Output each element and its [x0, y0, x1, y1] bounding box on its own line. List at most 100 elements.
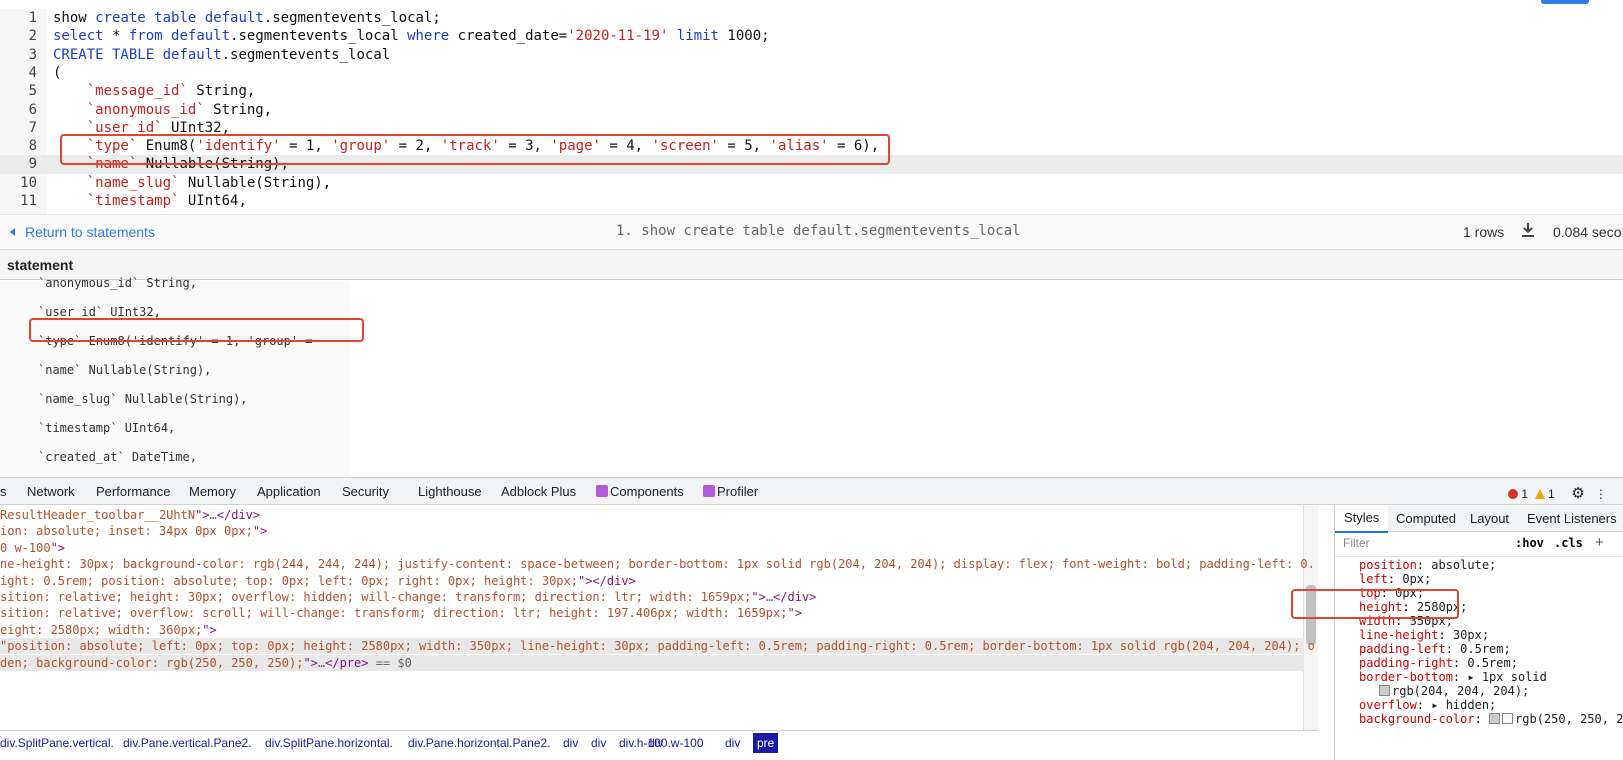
dom-node-line[interactable]: ne-height: 30px; background-color: rgb(2…	[0, 556, 1315, 572]
styles-tab-bar: Styles Computed Layout Event Listeners	[1335, 505, 1623, 533]
devtools-tab-lighthouse[interactable]: Lighthouse	[418, 484, 482, 499]
css-property[interactable]: padding-left: 0.5rem;	[1359, 642, 1511, 656]
elements-tree[interactable]: ResultHeader_toolbar__2UhtN">…</div> ion:…	[0, 505, 1318, 730]
warning-count: 1	[1548, 487, 1555, 501]
code-text: `name_slug` Nullable(String),	[86, 174, 332, 191]
devtools-tab-network[interactable]: Network	[27, 484, 75, 499]
devtools-tab-application[interactable]: Application	[257, 484, 321, 499]
line-number: 3	[28, 46, 37, 63]
run-button[interactable]	[1541, 0, 1589, 4]
css-property[interactable]: background-color: rgb(250, 250, 250	[1359, 712, 1623, 726]
devtools-tab-adblock-plus[interactable]: Adblock Plus	[501, 484, 576, 499]
code-text: `timestamp` UInt64,	[86, 193, 247, 209]
editor-line[interactable]: 5 `message_id` String,	[0, 82, 1623, 101]
settings-gear-icon[interactable]: ⚙	[1571, 485, 1584, 502]
line-number: 6	[28, 101, 37, 118]
react-icon	[703, 485, 715, 497]
warning-icon	[1534, 489, 1545, 499]
dom-node-line[interactable]: 0 w-100">	[0, 540, 1304, 556]
chevron-left-icon	[10, 228, 15, 236]
return-link-label: Return to statements	[25, 224, 155, 240]
dom-node-line[interactable]: ResultHeader_toolbar__2UhtN">…</div>	[0, 507, 1304, 523]
css-property[interactable]: position: absolute;	[1359, 558, 1496, 572]
statement-cell-line: `created_at` DateTime,	[38, 450, 197, 464]
editor-line[interactable]: 1 show create table default.segmentevents…	[0, 9, 1623, 28]
editor-line[interactable]: 3 CREATE TABLE default.segmentevents_loca…	[0, 46, 1623, 65]
color-swatch[interactable]	[1379, 685, 1390, 696]
editor-line[interactable]: 6 `anonymous_id` String,	[0, 101, 1623, 120]
color-swatch[interactable]	[1502, 713, 1514, 724]
css-property[interactable]: rgb(204, 204, 204);	[1379, 684, 1529, 698]
highlight-box-width-prop	[1291, 589, 1459, 619]
breadcrumb-item[interactable]: div.Pane.vertical.Pane2.	[123, 731, 252, 755]
devtools-tab-profiler[interactable]: Profiler	[703, 484, 758, 499]
devtools-status[interactable]: 1 1 ⚙ ⋮	[1508, 484, 1607, 502]
editor-line[interactable]: 11 `timestamp` UInt64,	[0, 192, 1623, 211]
styles-tab-layout[interactable]: Layout	[1470, 511, 1509, 526]
react-icon	[596, 485, 608, 497]
styles-filter-input[interactable]: Filter	[1343, 536, 1370, 550]
dom-node-line[interactable]: "position: absolute; left: 0px; top: 0px…	[0, 638, 1315, 655]
styles-tab-styles[interactable]: Styles	[1335, 505, 1389, 533]
column-header-statement: statement	[0, 250, 1623, 280]
dom-node-line[interactable]: den; background-color: rgb(250, 250, 250…	[0, 654, 1304, 671]
css-property[interactable]: overflow: ▸ hidden;	[1359, 698, 1496, 712]
breadcrumb-item[interactable]: div	[648, 731, 663, 755]
results-grid: statement `anonymous_id` String, `user_id…	[0, 250, 1623, 477]
new-rule-plus-icon[interactable]: +	[1595, 534, 1604, 551]
dom-node-line[interactable]: sition: relative; height: 30px; overflow…	[0, 589, 1304, 605]
code-text: `anonymous_id` String,	[86, 101, 273, 118]
line-number: 9	[28, 156, 37, 173]
statement-cell-line: `name` Nullable(String),	[38, 363, 212, 377]
results-toolbar: Return to statements 1. show create tabl…	[0, 215, 1623, 250]
line-number: 11	[20, 193, 37, 209]
devtools-panel: s Network Performance Memory Application Secu…	[0, 477, 1623, 760]
sql-editor[interactable]: 1 show create table default.segmentevents…	[0, 0, 1623, 215]
highlight-box-type-cell	[29, 318, 364, 342]
line-number: 1	[28, 10, 37, 26]
editor-line[interactable]: 2 select * from default.segmentevents_loc…	[0, 27, 1623, 46]
css-property[interactable]: padding-right: 0.5rem;	[1359, 656, 1518, 670]
code-text: show create table default.segmentevents_…	[53, 10, 441, 26]
more-menu-icon[interactable]: ⋮	[1595, 487, 1607, 501]
editor-line[interactable]: 4(	[0, 64, 1623, 83]
error-icon	[1508, 489, 1518, 499]
breadcrumb-item[interactable]: div	[591, 731, 606, 755]
styles-tab-event-listeners[interactable]: Event Listeners	[1527, 511, 1617, 526]
dom-node-line[interactable]: ight: 0.5rem; position: absolute; top: 0…	[0, 573, 1304, 589]
dom-node-line[interactable]: sition: relative; overflow: scroll; will…	[0, 605, 1304, 621]
hov-toggle[interactable]: :hov	[1515, 536, 1544, 550]
cls-toggle[interactable]: .cls	[1554, 536, 1583, 550]
line-number: 10	[20, 174, 37, 191]
return-to-statements-link[interactable]: Return to statements	[10, 224, 155, 240]
css-property[interactable]: border-bottom: ▸ 1px solid	[1359, 670, 1547, 684]
dom-node-line[interactable]: ion: absolute; inset: 34px 0px 0px;">	[0, 523, 1304, 539]
download-icon[interactable]	[1521, 222, 1535, 238]
line-number: 8	[28, 138, 37, 155]
line-number: 7	[28, 119, 37, 136]
breadcrumb-item[interactable]: pre	[753, 733, 779, 753]
color-swatch[interactable]	[1489, 713, 1501, 724]
devtools-tab-components[interactable]: Components	[596, 484, 684, 499]
dom-breadcrumbs: div.SplitPane.vertical. div.Pane.vertical…	[0, 730, 1318, 756]
css-property[interactable]: line-height: 30px;	[1359, 628, 1489, 642]
dom-node-line[interactable]: eight: 2580px; width: 360px;">	[0, 622, 1304, 638]
devtools-tab-memory[interactable]: Memory	[189, 484, 236, 499]
breadcrumb-item[interactable]: div.SplitPane.vertical.	[0, 731, 114, 755]
breadcrumb-item[interactable]: div.Pane.horizontal.Pane2.	[408, 731, 551, 755]
breadcrumb-item[interactable]: div	[725, 731, 740, 755]
breadcrumb-item[interactable]: div	[563, 731, 578, 755]
devtools-tab-s[interactable]: s	[0, 484, 7, 499]
line-number: 5	[28, 83, 37, 100]
editor-line[interactable]: 10 `name_slug` Nullable(String),	[0, 174, 1623, 193]
row-count: 1 rows	[1463, 224, 1505, 240]
devtools-tab-performance[interactable]: Performance	[96, 484, 170, 499]
breadcrumb-item[interactable]: div.SplitPane.horizontal.	[265, 731, 393, 755]
statement-cell-line: `name_slug` Nullable(String),	[38, 392, 248, 406]
styles-tab-computed[interactable]: Computed	[1396, 511, 1456, 526]
code-text: (	[53, 64, 62, 81]
code-text: select * from default.segmentevents_loca…	[53, 28, 770, 45]
devtools-tab-security[interactable]: Security	[342, 484, 389, 499]
execution-time: 0.084 seco	[1553, 224, 1622, 240]
css-property[interactable]: left: 0px;	[1359, 572, 1431, 586]
